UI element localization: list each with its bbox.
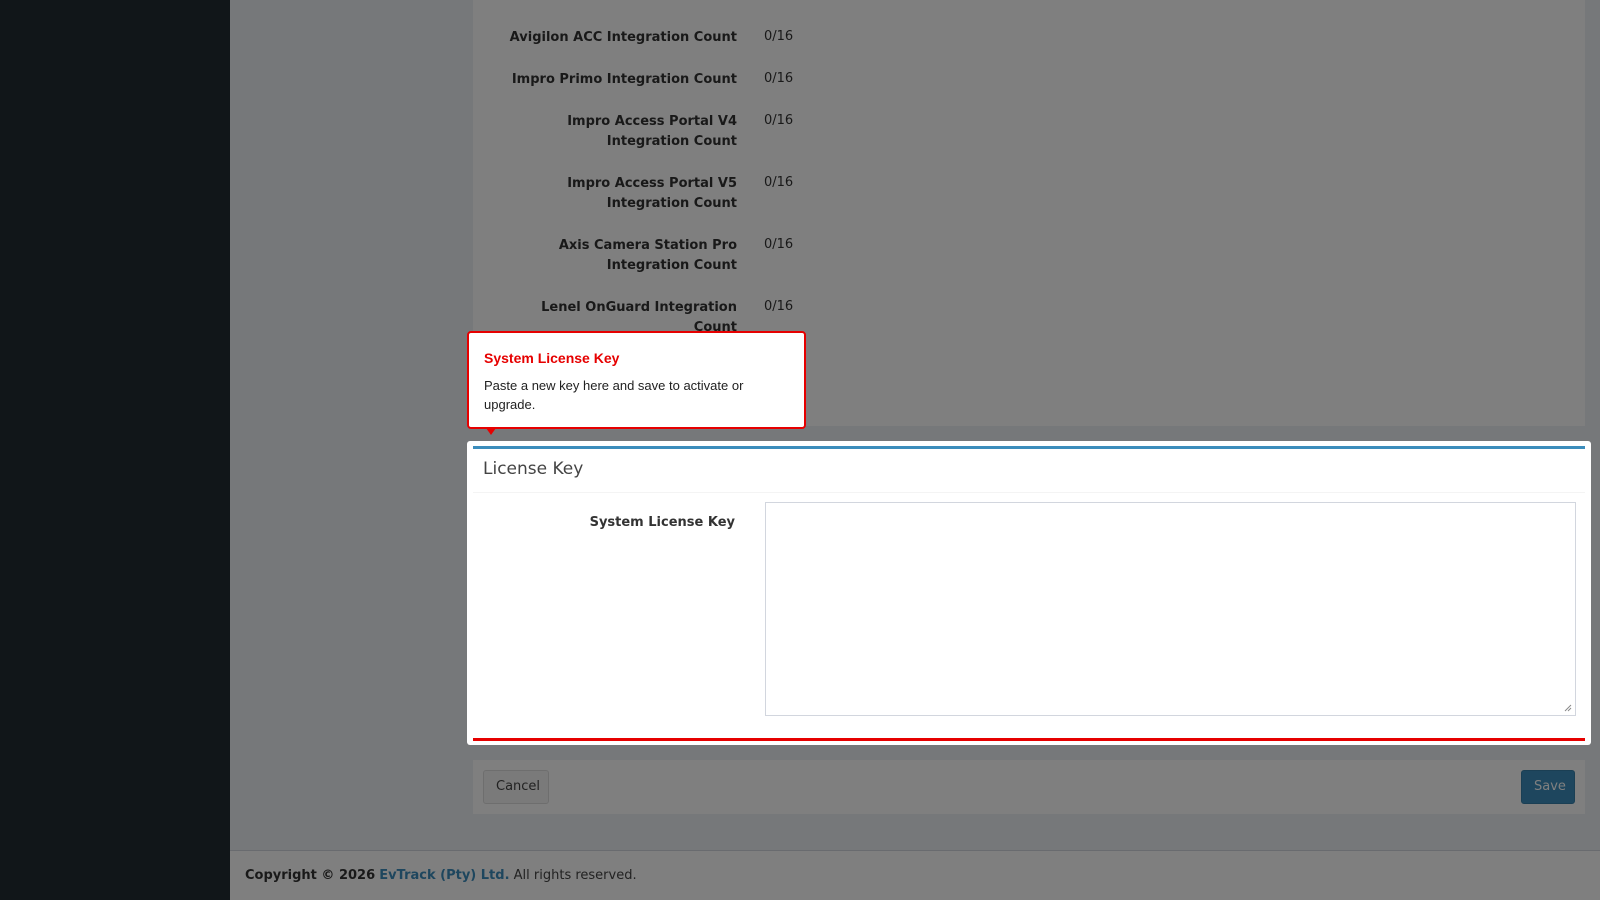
popover-arrow-icon [486,428,496,435]
license-key-label: System License Key [589,515,735,530]
popover-body: Paste a new key here and save to activat… [484,378,744,412]
license-box-header: License Key [473,449,1585,493]
license-key-box: License Key System License Key [473,446,1585,741]
popover-title: System License Key [484,350,620,366]
license-box-title: License Key [483,459,584,479]
license-key-textarea[interactable] [765,502,1576,716]
tour-highlight: License Key System License Key [467,441,1591,745]
tour-popover: System License Key Paste a new key here … [467,331,806,435]
app-root: Avigilon ACC Integration Count 0/16 Impr… [0,0,1600,900]
